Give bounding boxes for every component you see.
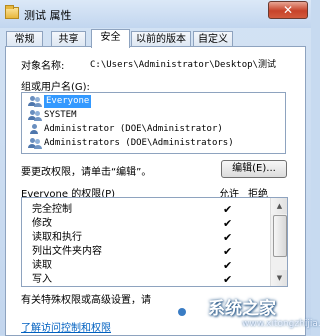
- list-item-administrator[interactable]: Administrator (DOE\Administrator): [26, 123, 280, 136]
- edit-button[interactable]: 编辑(E)...: [221, 160, 287, 178]
- scroll-down-icon[interactable]: ▼: [271, 270, 287, 286]
- scroll-up-icon[interactable]: ▲: [271, 198, 287, 214]
- list-item-everyone[interactable]: Everyone: [26, 95, 280, 108]
- permission-name: 列出文件夹内容: [32, 246, 102, 257]
- access-control-link[interactable]: 了解访问控制和权限: [21, 319, 111, 334]
- permission-row: 写入 ✔: [22, 273, 270, 286]
- allow-check-icon: ✔: [223, 231, 233, 244]
- object-name-label: 对象名称:: [21, 61, 65, 72]
- list-item-system[interactable]: SYSTEM: [26, 109, 280, 122]
- folder-icon: [5, 5, 19, 19]
- permission-name: 修改: [32, 218, 52, 229]
- properties-window: 测试 属性 ✕ 常规 共享 安全 以前的版本 自定义 对象名称: C:\User…: [0, 0, 320, 336]
- title-bar[interactable]: 测试 属性 ✕: [0, 0, 311, 28]
- watermark: 系统之家 www.xitongzhijia.net: [160, 292, 320, 335]
- allow-check-icon: ✔: [223, 259, 233, 272]
- scroll-thumb[interactable]: [273, 215, 287, 257]
- users-icon: [28, 110, 42, 121]
- allow-check-icon: ✔: [223, 217, 233, 230]
- permission-row: 读取 ✔: [22, 259, 270, 272]
- tab-sharing[interactable]: 共享: [51, 31, 86, 47]
- close-button[interactable]: ✕: [268, 1, 308, 19]
- advanced-hint: 有关特殊权限或高级设置，请: [21, 295, 151, 306]
- tab-customize[interactable]: 自定义: [193, 31, 233, 47]
- permission-name: 读取和执行: [32, 232, 82, 243]
- allow-check-icon: ✔: [223, 273, 233, 286]
- groups-label: 组或用户名(G):: [21, 82, 90, 93]
- permission-row: 读取和执行 ✔: [22, 231, 270, 244]
- tab-security[interactable]: 安全: [91, 29, 130, 48]
- watermark-logo-icon: [165, 299, 197, 327]
- tab-general[interactable]: 常规: [6, 31, 43, 47]
- permission-name: 完全控制: [32, 204, 72, 215]
- group-user-list[interactable]: Everyone SYSTEM Administrator (DOE\Admin…: [21, 92, 286, 154]
- permission-row: 完全控制 ✔: [22, 203, 270, 216]
- permission-name: 写入: [32, 274, 52, 285]
- users-icon: [28, 138, 42, 149]
- watermark-url: www.xitongzhijia.net: [242, 319, 320, 329]
- allow-check-icon: ✔: [223, 203, 233, 216]
- permission-name: 读取: [32, 260, 52, 271]
- permissions-list[interactable]: 完全控制 ✔ 修改 ✔ 读取和执行 ✔ 列出文件夹内容 ✔ 读取 ✔ 写入 ✔ …: [21, 197, 288, 287]
- object-name-value: C:\Users\Administrator\Desktop\测试: [90, 60, 276, 70]
- allow-check-icon: ✔: [223, 245, 233, 258]
- edit-hint: 要更改权限，请单击“编辑”。: [21, 167, 152, 178]
- users-icon: [28, 96, 42, 107]
- tab-previous-versions[interactable]: 以前的版本: [131, 31, 191, 47]
- watermark-text: 系统之家: [208, 299, 276, 319]
- permission-row: 列出文件夹内容 ✔: [22, 245, 270, 258]
- permission-row: 修改 ✔: [22, 217, 270, 230]
- permissions-scrollbar[interactable]: ▲ ▼: [270, 198, 287, 286]
- list-item-administrators[interactable]: Administrators (DOE\Administrators): [26, 137, 280, 150]
- window-title: 测试 属性: [24, 9, 72, 22]
- user-icon: [28, 124, 42, 135]
